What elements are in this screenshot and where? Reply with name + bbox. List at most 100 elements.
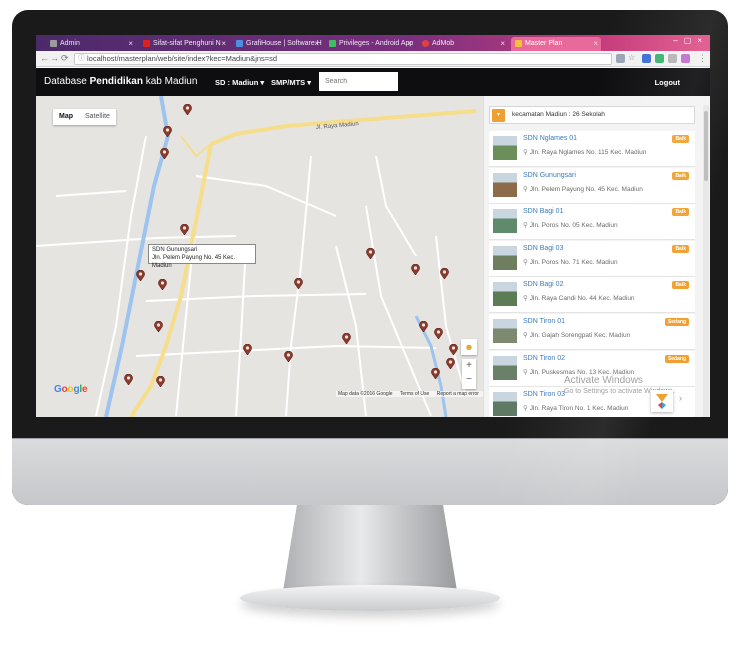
youtube-icon bbox=[143, 40, 150, 47]
school-name[interactable]: SDN Gunungsari bbox=[523, 172, 576, 179]
sd-dropdown[interactable]: SD : Madiun ▾ bbox=[215, 78, 264, 87]
forward-icon[interactable]: → bbox=[50, 53, 59, 63]
school-name[interactable]: SDN Tiron 03 bbox=[523, 391, 565, 398]
school-list-item[interactable]: SDN Bagi 02 ⚲ Jln. Raya Candi No. 44 Kec. … bbox=[489, 277, 695, 314]
extension-icon[interactable] bbox=[681, 54, 690, 63]
school-address-text: Jln. Gajah Sorengpati Kec. Madiun bbox=[529, 332, 631, 339]
school-name[interactable]: SDN Bagi 02 bbox=[523, 281, 563, 288]
close-icon[interactable]: × bbox=[314, 37, 319, 50]
browser-tab-active[interactable]: Master Plan × bbox=[511, 37, 601, 51]
extension-icon[interactable] bbox=[642, 54, 651, 63]
brand[interactable]: Database Pendidikan kab Madiun bbox=[44, 76, 197, 87]
school-marker-icon[interactable] bbox=[243, 344, 252, 355]
browser-tab[interactable]: GrafiHouse | Software H × bbox=[232, 37, 322, 51]
pegman-icon[interactable]: ☻ bbox=[461, 339, 477, 355]
school-marker-icon[interactable] bbox=[411, 264, 420, 275]
school-marker-icon[interactable] bbox=[434, 328, 443, 339]
menu-icon[interactable]: ⋮ bbox=[698, 53, 707, 64]
map-pin-icon: ⚲ bbox=[523, 258, 528, 266]
map-type-satellite[interactable]: Satellite bbox=[79, 109, 116, 125]
school-list-item[interactable]: SDN Gunungsari ⚲ Jln. Pelem Payung No. 45 … bbox=[489, 167, 695, 204]
school-address: ⚲ Jln. Poros No. 05 Kec. Madiun bbox=[523, 221, 618, 229]
search-input[interactable] bbox=[319, 72, 398, 91]
school-name[interactable]: SDN Nglames 01 bbox=[523, 135, 577, 142]
school-marker-icon[interactable] bbox=[342, 333, 351, 344]
tab-title: GrafiHouse | Software H bbox=[246, 40, 322, 47]
logout-link[interactable]: Logout bbox=[655, 78, 680, 87]
browser-tab[interactable]: Admin × bbox=[46, 37, 136, 51]
info-school-name: SDN Gunungsari bbox=[152, 247, 198, 253]
browser-tab[interactable]: Sifat-sifat Penghuni N × bbox=[139, 37, 229, 51]
brand-bold: Pendidikan bbox=[89, 76, 143, 87]
school-marker-icon[interactable] bbox=[156, 376, 165, 387]
school-name[interactable]: SDN Tiron 01 bbox=[523, 318, 565, 325]
chevron-right-icon[interactable]: › bbox=[679, 393, 682, 403]
terms-link[interactable]: Terms of Use bbox=[400, 391, 429, 397]
school-marker-icon[interactable] bbox=[431, 368, 440, 379]
school-marker-icon[interactable] bbox=[446, 358, 455, 369]
school-marker-icon[interactable] bbox=[449, 344, 458, 355]
school-address-text: Jln. Poros No. 71 Kec. Madiun bbox=[529, 258, 618, 266]
school-marker-icon[interactable] bbox=[136, 270, 145, 281]
tab-title: Sifat-sifat Penghuni N bbox=[153, 40, 221, 47]
zoom-in-button[interactable]: + bbox=[462, 359, 476, 373]
school-marker-icon[interactable] bbox=[158, 279, 167, 290]
school-name[interactable]: SDN Tiron 02 bbox=[523, 355, 565, 362]
school-marker-icon[interactable] bbox=[284, 351, 293, 362]
kecamatan-filter[interactable]: ▾ kecamatan Madiun : 26 Sekolah bbox=[489, 106, 695, 124]
map-pin-icon: ⚲ bbox=[523, 295, 528, 303]
status-badge: Baik bbox=[672, 208, 689, 217]
status-badge: Sedang bbox=[664, 318, 689, 326]
school-name[interactable]: SDN Bagi 03 bbox=[523, 245, 563, 252]
close-icon[interactable]: × bbox=[500, 37, 505, 50]
school-list-item[interactable]: SDN Bagi 01 ⚲ Jln. Poros No. 05 Kec. Madiu… bbox=[489, 204, 695, 241]
close-icon[interactable]: × bbox=[407, 37, 412, 50]
map-type-map[interactable]: Map bbox=[53, 109, 79, 125]
close-icon[interactable]: × bbox=[593, 37, 598, 50]
scrollbar-thumb[interactable] bbox=[704, 111, 708, 181]
filter-toggle-icon[interactable]: ▾ bbox=[492, 109, 505, 122]
school-marker-icon[interactable] bbox=[294, 278, 303, 289]
map-pin-icon: ⚲ bbox=[523, 149, 528, 156]
browser-tab[interactable]: Privileges - Android App × bbox=[325, 37, 415, 51]
school-marker-icon[interactable] bbox=[419, 321, 428, 332]
map[interactable]: Jl. Raya Madiun Map Satellite SDN Gunung… bbox=[36, 96, 483, 417]
school-address: ⚲ Jln. Poros No. 71 Kec. Madiun bbox=[523, 258, 618, 266]
map-type-control: Map Satellite bbox=[53, 109, 116, 125]
zoom-out-button[interactable]: − bbox=[462, 373, 476, 387]
scrollbar[interactable] bbox=[703, 105, 709, 417]
school-marker-icon[interactable] bbox=[124, 374, 133, 385]
school-marker-icon[interactable] bbox=[180, 224, 189, 235]
info-icon: ⓘ bbox=[78, 55, 85, 62]
school-name[interactable]: SDN Bagi 01 bbox=[523, 208, 563, 215]
translate-icon[interactable] bbox=[616, 54, 625, 63]
star-icon[interactable]: ☆ bbox=[628, 54, 637, 63]
url-field[interactable]: ⓘ localhost/masterplan/web/site/index?kec… bbox=[74, 53, 612, 65]
school-marker-icon[interactable] bbox=[163, 126, 172, 137]
school-address-text: Jln. Poros No. 05 Kec. Madiun bbox=[529, 222, 618, 230]
school-marker-icon[interactable] bbox=[183, 104, 192, 115]
school-marker-icon[interactable] bbox=[154, 321, 163, 332]
school-address: ⚲ Jln. Pelem Payung No. 45 Kec. Madiun bbox=[523, 185, 643, 193]
school-photo bbox=[493, 355, 517, 380]
back-icon[interactable]: ← bbox=[40, 53, 49, 63]
report-link[interactable]: Report a map error bbox=[437, 391, 479, 397]
browser-tab[interactable]: AdMob × bbox=[418, 37, 508, 51]
school-marker-icon[interactable] bbox=[160, 148, 169, 159]
school-marker-icon[interactable] bbox=[440, 268, 449, 279]
school-address: ⚲ Jln. Raya Candi No. 44 Kec. Madiun bbox=[523, 294, 635, 302]
floating-app-icon[interactable] bbox=[651, 390, 673, 412]
school-marker-icon[interactable] bbox=[366, 248, 375, 259]
close-icon[interactable]: × bbox=[128, 37, 133, 50]
extension-icon[interactable] bbox=[655, 54, 664, 63]
window-controls[interactable]: –▢× bbox=[673, 36, 708, 45]
monitor-stand-base bbox=[240, 585, 500, 611]
school-list-item[interactable]: SDN Tiron 01 ⚲ Jln. Gajah Sorengpati Kec. … bbox=[489, 314, 695, 350]
reload-icon[interactable]: ⟳ bbox=[61, 53, 69, 64]
close-icon[interactable]: × bbox=[221, 37, 226, 50]
smp-dropdown[interactable]: SMP/MTS ▾ bbox=[271, 78, 311, 87]
map-pin-icon: ⚲ bbox=[523, 405, 528, 413]
extension-icon[interactable] bbox=[668, 54, 677, 63]
school-list-item[interactable]: SDN Nglames 01 ⚲ Jln. Raya Nglames No. 115… bbox=[489, 131, 695, 167]
school-list-item[interactable]: SDN Bagi 03 ⚲ Jln. Poros No. 71 Kec. Madiu… bbox=[489, 240, 695, 277]
